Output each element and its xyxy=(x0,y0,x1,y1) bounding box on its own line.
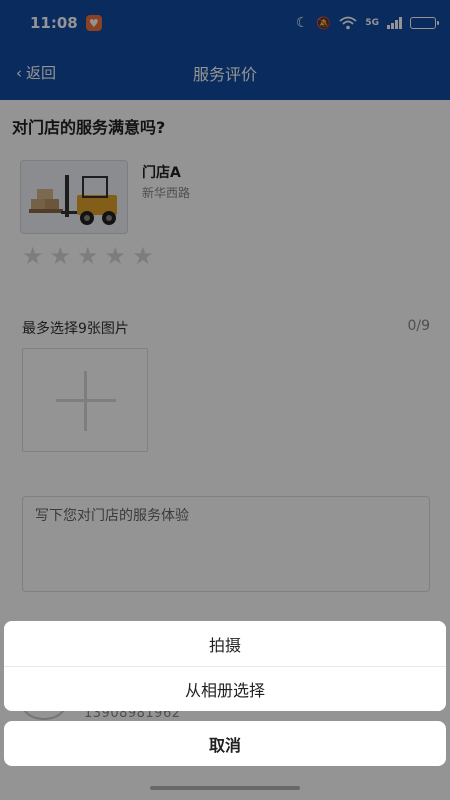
action-sheet: 拍摄 从相册选择 取消 xyxy=(4,621,446,766)
choose-from-album-option[interactable]: 从相册选择 xyxy=(4,666,446,711)
action-sheet-options: 拍摄 从相册选择 xyxy=(4,621,446,711)
home-indicator[interactable] xyxy=(150,786,300,790)
cancel-button[interactable]: 取消 xyxy=(4,721,446,766)
take-photo-option[interactable]: 拍摄 xyxy=(4,621,446,666)
